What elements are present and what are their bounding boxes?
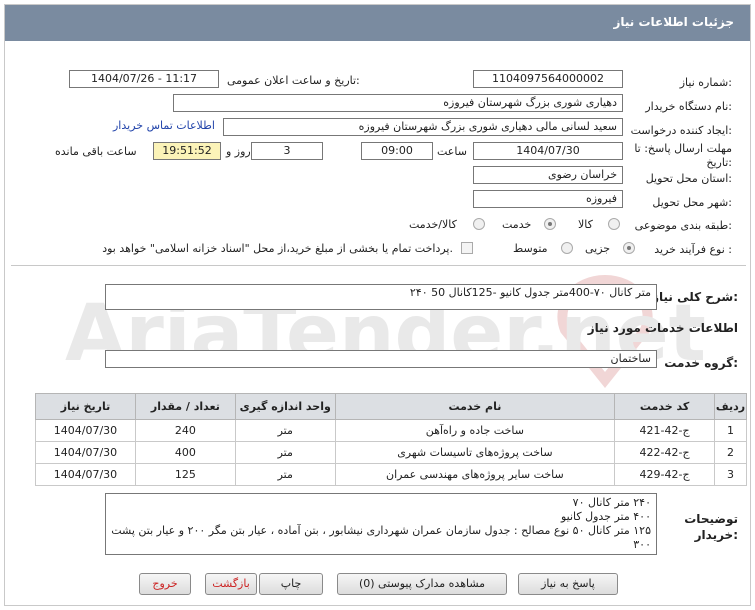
cell-date: 1404/07/30 — [35, 463, 136, 486]
remaining-time-field: 19:51:52 — [153, 142, 221, 160]
process-medium-radio[interactable] — [561, 242, 573, 254]
table-row: 2 ج-42-422 ساخت پروژه‌های تاسیسات شهری م… — [35, 441, 747, 464]
category-goods-label: کالا — [578, 218, 593, 231]
deadline-date-field: 1404/07/30 — [473, 142, 623, 160]
buyer-contact-link[interactable]: اطلاعات تماس خریدار — [113, 119, 215, 132]
cell-unit: متر — [234, 419, 336, 442]
process-medium-label: متوسط — [513, 242, 548, 255]
category-label: طبقه بندی موضوعی: — [634, 219, 732, 232]
category-goods-radio[interactable] — [608, 218, 620, 230]
days-label: روز و — [226, 145, 251, 158]
reply-button[interactable]: پاسخ به نیاز — [518, 573, 618, 595]
deadline-time-field: 09:00 — [361, 142, 433, 160]
buyer-org-label: نام دستگاه خریدار: — [645, 100, 732, 113]
cell-date: 1404/07/30 — [35, 441, 136, 464]
table-row: 1 ج-42-421 ساخت جاده و راه‌آهن متر 240 1… — [35, 419, 747, 442]
notes-line: ۲۴۰ متر کانال ۷۰ — [572, 496, 651, 509]
notes-line: ۳۰۰ — [633, 538, 651, 551]
deadline-label: مهلت ارسال پاسخ: تا تاریخ: — [634, 142, 732, 169]
cell-name: ساخت جاده و راه‌آهن — [334, 419, 616, 442]
treasury-note: پرداخت تمام یا بخشی از مبلغ خرید،از محل … — [102, 242, 453, 255]
col-index: ردیف — [714, 393, 747, 420]
services-table: ردیف کد خدمت نام خدمت واحد اندازه گیری ت… — [35, 393, 747, 486]
category-service-label: خدمت — [502, 218, 532, 231]
print-button[interactable]: چاپ — [259, 573, 323, 595]
cell-unit: متر — [234, 441, 336, 464]
exit-button[interactable]: خروج — [139, 573, 191, 595]
remaining-label: ساعت باقی مانده — [55, 145, 137, 158]
notes-label: توضیحات خریدار: — [684, 512, 738, 542]
table-header-row: ردیف کد خدمت نام خدمت واحد اندازه گیری ت… — [35, 393, 747, 420]
cell-index: 2 — [714, 441, 747, 464]
cell-qty: 240 — [134, 419, 236, 442]
details-panel: جزئیات اطلاعات نیاز AriaTender.net شماره… — [4, 4, 751, 606]
col-unit: واحد اندازه گیری — [234, 393, 336, 420]
province-field: خراسان رضوی — [473, 166, 623, 184]
days-field: 3 — [251, 142, 323, 160]
summary-field: ۲۴۰ متر کانال ۷۰-400متر جدول کانیو -125ک… — [105, 284, 657, 310]
attachments-button[interactable]: مشاهده مدارک پیوستی (0) — [337, 573, 507, 595]
col-qty: تعداد / مقدار — [134, 393, 236, 420]
cell-index: 1 — [714, 419, 747, 442]
col-name: نام خدمت — [334, 393, 616, 420]
cell-code: ج-42-422 — [614, 441, 716, 464]
cell-name: ساخت پروژه‌های تاسیسات شهری — [334, 441, 616, 464]
deadline-time-label: ساعت — [437, 145, 467, 158]
announce-field: 1404/07/26 - 11:17 — [69, 70, 219, 88]
summary-label: شرح کلی نیاز: — [652, 290, 738, 304]
cell-date: 1404/07/30 — [35, 419, 136, 442]
category-both-radio[interactable] — [473, 218, 485, 230]
city-label: شهر محل تحویل: — [652, 196, 732, 209]
city-field: فیروزه — [473, 190, 623, 208]
col-date: تاریخ نیاز — [35, 393, 136, 420]
cell-qty: 400 — [134, 441, 236, 464]
process-minor-radio[interactable] — [623, 242, 635, 254]
service-group-label: گروه خدمت: — [664, 356, 738, 370]
requester-label: ایجاد کننده درخواست: — [630, 124, 732, 137]
notes-line: ۴۰۰ متر جدول کانیو — [560, 510, 651, 523]
services-section-title: اطلاعات خدمات مورد نیاز — [587, 321, 738, 335]
category-both-label: کالا/خدمت — [409, 218, 457, 231]
panel-title: جزئیات اطلاعات نیاز — [613, 15, 734, 29]
service-group-field: ساختمان — [105, 350, 657, 368]
cell-index: 3 — [714, 463, 747, 486]
cell-qty: 125 — [134, 463, 236, 486]
table-row: 3 ج-42-429 ساخت سایر پروژه‌های مهندسی عم… — [35, 463, 747, 486]
notes-line: ۱۲۵ متر کانال ۵۰ نوع مصالح : جدول سازمان… — [111, 524, 651, 537]
province-label: استان محل تحویل: — [645, 172, 732, 185]
process-minor-label: جزیی — [585, 242, 611, 255]
buyer-org-field: دهیاری شوری بزرگ شهرستان فیروزه — [173, 94, 623, 112]
col-code: کد خدمت — [614, 393, 716, 420]
divider — [11, 265, 746, 266]
cell-unit: متر — [234, 463, 336, 486]
cell-code: ج-42-429 — [614, 463, 716, 486]
need-number-label: شماره نیاز: — [679, 76, 732, 89]
announce-label: تاریخ و ساعت اعلان عمومی: — [227, 74, 360, 87]
cell-code: ج-42-421 — [614, 419, 716, 442]
requester-field: سعید لسانی مالی دهیاری شوری بزرگ شهرستان… — [223, 118, 623, 136]
need-number-field: 1104097564000002 — [473, 70, 623, 88]
back-button[interactable]: بازگشت — [205, 573, 257, 595]
treasury-checkbox[interactable] — [461, 242, 473, 254]
panel-header: جزئیات اطلاعات نیاز — [5, 5, 750, 41]
category-service-radio[interactable] — [544, 218, 556, 230]
notes-field: ۲۴۰ متر کانال ۷۰ ۴۰۰ متر جدول کانیو ۱۲۵ … — [105, 493, 657, 555]
process-label: نوع فرآیند خرید : — [654, 243, 732, 256]
cell-name: ساخت سایر پروژه‌های مهندسی عمران — [334, 463, 616, 486]
